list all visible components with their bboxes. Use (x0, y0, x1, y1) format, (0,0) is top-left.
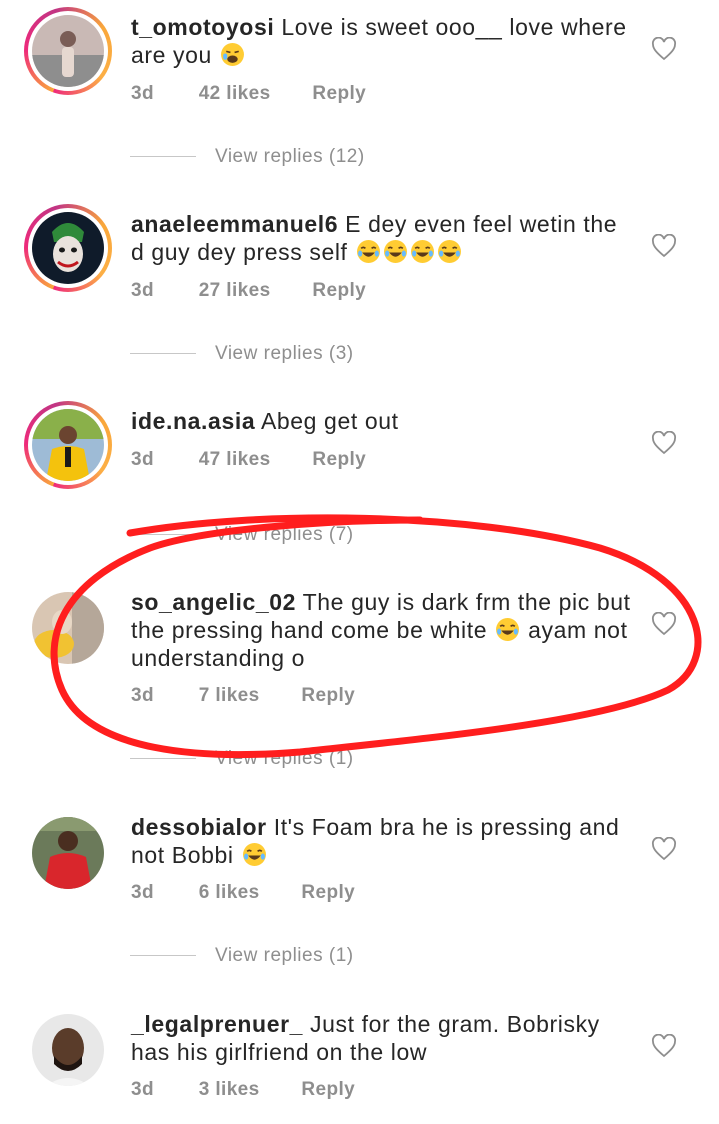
avatar[interactable] (24, 401, 112, 489)
like-heart-icon[interactable] (651, 837, 677, 861)
avatar[interactable] (32, 592, 104, 664)
avatar[interactable] (32, 817, 104, 889)
reply-button[interactable]: Reply (312, 280, 366, 302)
comment-meta: 3d 6 likes Reply (131, 882, 355, 904)
comment-username[interactable]: anaeleemmanuel6 (131, 211, 338, 237)
comment-likes[interactable]: 6 likes (199, 882, 296, 904)
reply-button[interactable]: Reply (301, 882, 355, 904)
like-heart-icon[interactable] (651, 234, 677, 258)
divider-line (130, 156, 196, 158)
comment-meta: 3d 47 likes Reply (131, 449, 366, 471)
comment-text: _legalprenuer_ Just for the gram. Bobris… (131, 1010, 631, 1066)
like-heart-icon[interactable] (651, 431, 677, 455)
comment-username[interactable]: t_omotoyosi (131, 14, 274, 40)
comment-username[interactable]: so_angelic_02 (131, 589, 296, 615)
laughing-emoji (356, 240, 380, 263)
reply-button[interactable]: Reply (312, 83, 366, 105)
divider-line (130, 353, 196, 355)
comment-text: dessobialor It's Foam bra he is pressing… (131, 813, 631, 869)
comment-likes[interactable]: 3 likes (199, 1079, 296, 1101)
comment-time: 3d (131, 1079, 154, 1100)
comment-time: 3d (131, 280, 154, 301)
view-replies-label: View replies (3) (215, 343, 354, 364)
comment-likes[interactable]: 42 likes (199, 83, 307, 105)
avatar-image (32, 212, 104, 284)
like-heart-icon[interactable] (651, 37, 677, 61)
comment-time: 3d (131, 83, 154, 104)
laughing-emoji (496, 618, 520, 641)
comment-text: anaeleemmanuel6 E dey even feel wetin th… (131, 210, 631, 266)
reply-button[interactable]: Reply (301, 1079, 355, 1101)
comment-time: 3d (131, 449, 154, 470)
like-heart-icon[interactable] (651, 612, 677, 636)
reply-button[interactable]: Reply (312, 449, 366, 471)
comment-time: 3d (131, 685, 154, 706)
comment-username[interactable]: _legalprenuer_ (131, 1011, 303, 1037)
laughing-emoji (437, 240, 461, 263)
comment-text: so_angelic_02 The guy is dark frm the pi… (131, 588, 631, 672)
divider-line (130, 758, 196, 760)
view-replies-button[interactable]: View replies (7) (130, 524, 354, 546)
avatar-image (32, 409, 104, 481)
comment-meta: 3d 27 likes Reply (131, 280, 366, 302)
divider-line (130, 534, 196, 536)
avatar[interactable] (24, 204, 112, 292)
laughing-emoji (410, 240, 434, 263)
comment-username[interactable]: ide.na.asia (131, 408, 255, 434)
divider-line (130, 955, 196, 957)
reply-button[interactable]: Reply (301, 685, 355, 707)
view-replies-label: View replies (1) (215, 748, 354, 769)
comment-meta: 3d 3 likes Reply (131, 1079, 355, 1101)
comment-text: t_omotoyosi Love is sweet ooo__ love whe… (131, 13, 631, 69)
comment-meta: 3d 7 likes Reply (131, 685, 355, 707)
laughing-emoji (383, 240, 407, 263)
comment-body: Abeg get out (260, 408, 399, 434)
view-replies-label: View replies (7) (215, 524, 354, 545)
weary-face-emoji (220, 43, 244, 66)
view-replies-button[interactable]: View replies (1) (130, 945, 354, 967)
avatar[interactable] (24, 7, 112, 95)
view-replies-button[interactable]: View replies (12) (130, 146, 365, 168)
comment-meta: 3d 42 likes Reply (131, 83, 366, 105)
avatar-image (32, 817, 104, 889)
comment-likes[interactable]: 7 likes (199, 685, 296, 707)
red-annotation-circle (50, 514, 702, 759)
comment-likes[interactable]: 27 likes (199, 280, 307, 302)
view-replies-button[interactable]: View replies (3) (130, 343, 354, 365)
view-replies-button[interactable]: View replies (1) (130, 748, 354, 770)
avatar[interactable] (32, 1014, 104, 1086)
comment-text: ide.na.asia Abeg get out (131, 407, 631, 435)
view-replies-label: View replies (1) (215, 945, 354, 966)
comment-likes[interactable]: 47 likes (199, 449, 307, 471)
avatar-image (32, 15, 104, 87)
like-heart-icon[interactable] (651, 1034, 677, 1058)
view-replies-label: View replies (12) (215, 146, 365, 167)
avatar-image (32, 592, 104, 664)
comment-time: 3d (131, 882, 154, 903)
laughing-emoji (242, 843, 266, 866)
comment-username[interactable]: dessobialor (131, 814, 267, 840)
avatar-image (32, 1014, 104, 1086)
